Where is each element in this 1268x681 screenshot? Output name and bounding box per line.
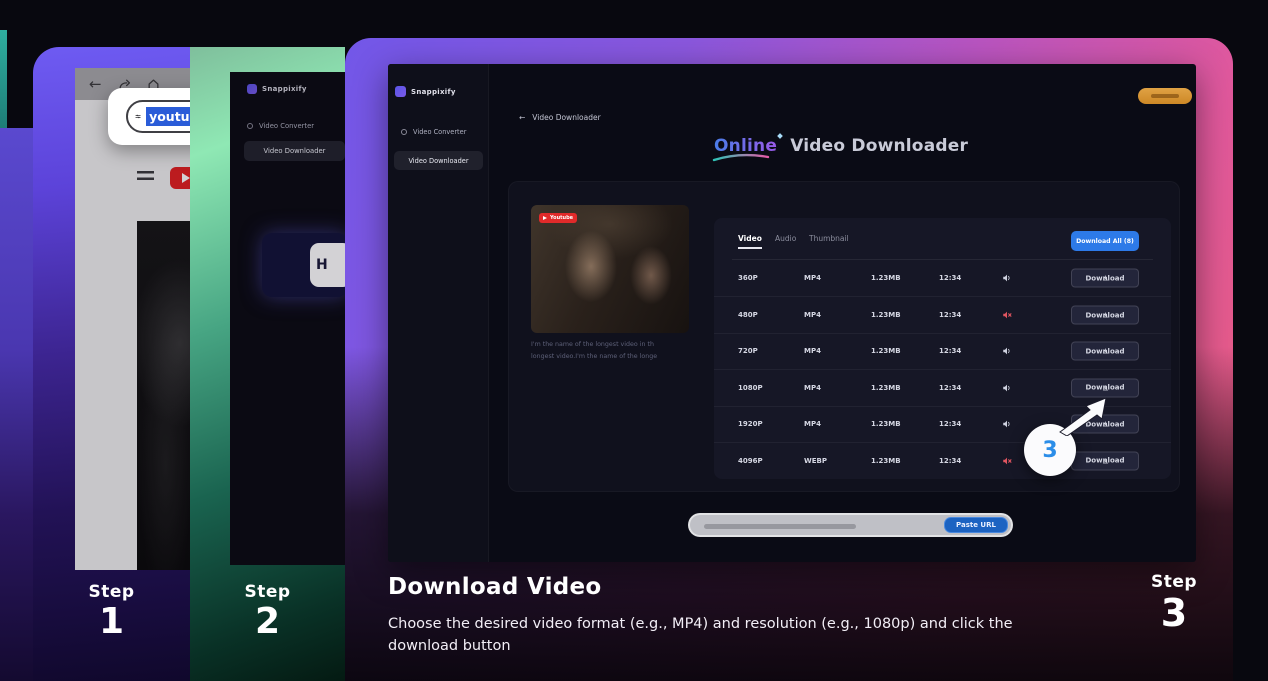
title-highlight: Online (714, 136, 777, 156)
step-number: 1 (33, 604, 190, 640)
swoosh-underline (712, 153, 770, 162)
panel-dim-overlay (230, 72, 345, 565)
size-cell: 1.23MB (871, 457, 901, 465)
resolution-cell: 4096P (738, 457, 763, 465)
step-2-label: Step 2 (190, 582, 345, 640)
download-button[interactable]: Download (1071, 269, 1139, 288)
audio-state-icon[interactable] (1002, 346, 1012, 356)
converter-icon (401, 129, 407, 135)
format-cell: WEBP (804, 457, 827, 465)
url-placeholder-blur (704, 524, 856, 529)
table-rows: 360P MP4 1.23MB 12:34 Download (714, 260, 1171, 478)
premium-button-label-blur (1151, 94, 1179, 98)
step-2-panel[interactable]: Snappixify Video Converter Video Downloa… (190, 47, 345, 681)
app-logo: Snappixify (395, 86, 456, 97)
paste-url-button[interactable]: Paste URL (944, 517, 1008, 533)
url-entry-card: youtube (108, 88, 190, 145)
formats-table: Video Audio Thumbnail Download All (8) 3… (714, 218, 1171, 479)
resolution-cell: 1080P (738, 384, 763, 392)
step-3-title: Download Video (388, 574, 602, 600)
audio-state-icon[interactable] (1002, 310, 1012, 320)
step-3-panel[interactable]: Snappixify Video Converter Video Downloa… (345, 38, 1233, 681)
table-row: 480P MP4 1.23MB 12:34 Download (714, 296, 1171, 332)
downloader-screenshot: Snappixify Video Converter Video Downloa… (388, 64, 1196, 562)
duration-cell: 12:34 (939, 420, 961, 428)
video-caption-line2: longest video.I'm the name of the longe (531, 353, 696, 360)
duration-cell: 12:34 (939, 347, 961, 355)
resolution-cell: 480P (738, 311, 758, 319)
page-title: Online Video Downloader (388, 136, 1196, 156)
premium-button[interactable] (1138, 88, 1192, 104)
step-number: 3 (1144, 594, 1204, 632)
sparkle-icon (777, 133, 783, 139)
tutorial-carousel: ← YouTube youtube (0, 0, 1268, 681)
url-paste-bar[interactable]: Paste URL (688, 513, 1013, 537)
edge-panel-teal (0, 30, 7, 135)
table-row: 720P MP4 1.23MB 12:34 Download (714, 333, 1171, 369)
audio-state-icon[interactable] (1002, 273, 1012, 283)
tab-audio[interactable]: Audio (775, 234, 796, 243)
step-1-label: Step 1 (33, 582, 190, 640)
resolution-cell: 1920P (738, 420, 763, 428)
content-card: Youtube I'm the name of the longest vide… (508, 181, 1180, 492)
sidebar-item-video-converter[interactable]: Video Converter (401, 128, 466, 136)
format-cell: MP4 (804, 311, 821, 319)
step-3-description: Choose the desired video format (e.g., M… (388, 613, 1056, 657)
tune-icon (135, 111, 141, 122)
step-number: 2 (190, 604, 345, 640)
sidebar-item-label: Video Converter (413, 128, 466, 136)
annotation-arrow-icon (1056, 394, 1108, 436)
duration-cell: 12:34 (939, 311, 961, 319)
back-icon[interactable]: ← (519, 113, 525, 122)
youtube-badge: Youtube (539, 213, 577, 223)
size-cell: 1.23MB (871, 274, 901, 282)
step-1-panel[interactable]: ← YouTube youtube (33, 47, 190, 681)
url-selected-text: youtube (146, 107, 190, 126)
audio-state-icon[interactable] (1002, 456, 1012, 466)
size-cell: 1.23MB (871, 311, 901, 319)
step-word: Step (190, 582, 345, 602)
video-preview: Youtube (531, 205, 689, 333)
snappixify-logo-icon (395, 86, 406, 97)
edge-panel-purple (0, 128, 33, 681)
resolution-cell: 360P (738, 274, 758, 282)
table-row: 4096P WEBP 1.23MB 12:34 Download (714, 442, 1171, 478)
duration-cell: 12:34 (939, 457, 961, 465)
format-cell: MP4 (804, 420, 821, 428)
brand-name: Snappixify (411, 88, 456, 96)
title-rest: Video Downloader (790, 136, 968, 156)
download-all-button[interactable]: Download All (8) (1071, 231, 1139, 251)
resolution-cell: 720P (738, 347, 758, 355)
download-button[interactable]: Download (1071, 306, 1139, 325)
format-cell: MP4 (804, 274, 821, 282)
duration-cell: 12:34 (939, 384, 961, 392)
step-word: Step (33, 582, 190, 602)
size-cell: 1.23MB (871, 384, 901, 392)
download-button[interactable]: Download (1071, 451, 1139, 470)
breadcrumb: Video Downloader (532, 113, 600, 122)
url-input[interactable]: youtube (126, 100, 190, 133)
tab-thumbnail[interactable]: Thumbnail (809, 234, 849, 243)
video-caption-line1: I'm the name of the longest video in th (531, 341, 696, 348)
format-cell: MP4 (804, 347, 821, 355)
step-3-label: Step 3 (1144, 572, 1204, 632)
sidebar-item-label: Video Downloader (408, 157, 468, 165)
duration-cell: 12:34 (939, 274, 961, 282)
format-cell: MP4 (804, 384, 821, 392)
download-button[interactable]: Download (1071, 342, 1139, 361)
play-icon (543, 216, 547, 220)
size-cell: 1.23MB (871, 420, 901, 428)
app-screenshot: Snappixify Video Converter Video Downloa… (230, 72, 345, 565)
page-header: ← Video Downloader (519, 113, 601, 122)
audio-state-icon[interactable] (1002, 383, 1012, 393)
table-row: 360P MP4 1.23MB 12:34 Download (714, 260, 1171, 296)
audio-state-icon[interactable] (1002, 419, 1012, 429)
size-cell: 1.23MB (871, 347, 901, 355)
step-word: Step (1144, 572, 1204, 592)
tab-video[interactable]: Video (738, 234, 762, 243)
